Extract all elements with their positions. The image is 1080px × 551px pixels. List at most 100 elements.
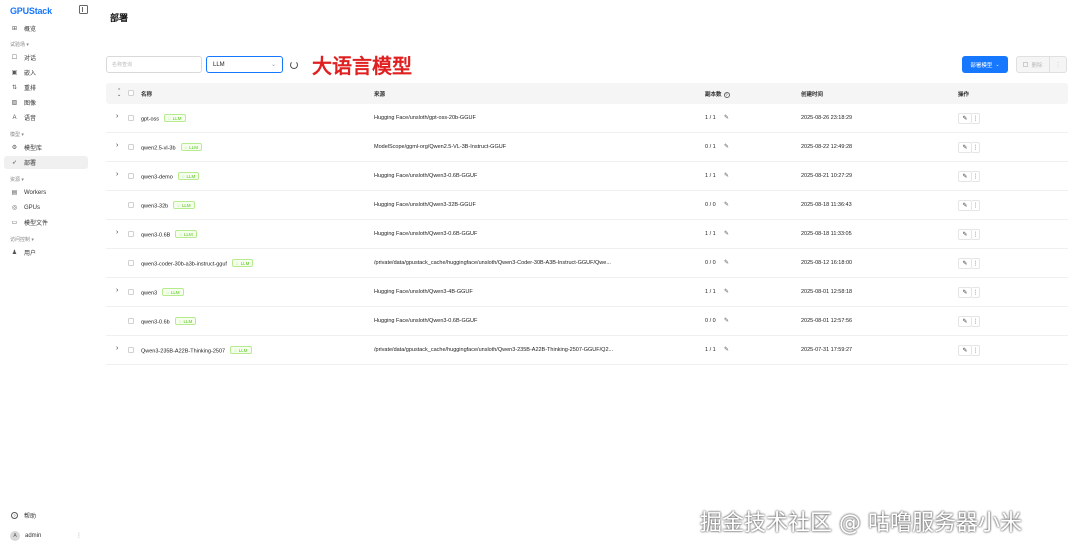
chevron-right-icon[interactable]: › — [116, 287, 118, 294]
llm-icon: ◌ — [181, 173, 185, 179]
sidebar-item-model-catalog[interactable]: ⚙ 模型库 — [4, 141, 88, 154]
edit-replicas-icon[interactable]: ✎ — [724, 230, 729, 237]
row-checkbox[interactable] — [128, 231, 134, 237]
sidebar-item-workers[interactable]: ▤ Workers — [4, 186, 88, 199]
edit-replicas-icon[interactable]: ✎ — [724, 143, 729, 150]
row-checkbox[interactable] — [128, 260, 134, 266]
row-checkbox[interactable] — [128, 173, 134, 179]
sidebar-item-gpus[interactable]: ◎ GPUs — [4, 201, 88, 214]
edit-replicas-icon[interactable]: ✎ — [724, 114, 729, 121]
sidebar-item-dashboard[interactable]: ⊞ 概览 — [4, 22, 88, 35]
row-checkbox[interactable] — [128, 289, 134, 295]
column-name[interactable]: 名称 — [141, 90, 152, 98]
table-row[interactable]: › qwen3 ◌ LLM Hugging Face/unsloth/Qwen3-4B-… — [106, 278, 1068, 307]
chevron-right-icon[interactable]: › — [116, 142, 118, 149]
sidebar-item-chat[interactable]: ☐ 对话 — [4, 51, 88, 64]
user-menu[interactable]: A admin ⋮ — [4, 529, 88, 542]
table-row[interactable]: qwen3-0.6b ◌ LLM Hugging Face/unsloth/Qwen3… — [106, 307, 1068, 336]
row-checkbox[interactable] — [128, 202, 134, 208]
more-icon[interactable]: ⋮ — [76, 532, 82, 539]
more-icon[interactable]: ⋮ — [972, 200, 980, 211]
edit-replicas-icon[interactable]: ✎ — [724, 346, 729, 353]
row-checkbox[interactable] — [128, 115, 134, 121]
edit-icon[interactable]: ✎ — [958, 200, 972, 211]
table-row[interactable]: › qwen3-demo ◌ LLM Hugging Face/unsloth/Qwen… — [106, 162, 1068, 191]
sidebar-collapse-icon[interactable] — [79, 5, 88, 14]
table-row[interactable]: › qwen3-0.6B ◌ LLM Hugging Face/unsloth/Qwen… — [106, 220, 1068, 249]
delete-button[interactable]: 删除 — [1016, 56, 1050, 73]
sidebar-item-deployments[interactable]: ➶ 部署 — [4, 156, 88, 169]
edit-icon[interactable]: ✎ — [958, 345, 972, 356]
table-row[interactable]: › qwen2.5-vl-3b ◌ LLM ModelScope/ggml-org/Qw… — [106, 133, 1068, 162]
edit-icon[interactable]: ✎ — [958, 316, 972, 327]
info-icon[interactable]: ? — [723, 91, 730, 98]
column-actions: 操作 — [958, 92, 970, 98]
edit-icon[interactable]: ✎ — [958, 113, 972, 124]
sidebar-item-image[interactable]: ▨ 图像 — [4, 96, 88, 109]
chevron-right-icon[interactable]: › — [116, 229, 118, 236]
nav-group-resources[interactable]: 资源 ▾ — [10, 176, 24, 183]
more-icon[interactable]: ⋮ — [972, 287, 980, 298]
model-name: qwen3-coder-30b-a3b-instruct-gguf ◌ LLM — [141, 259, 254, 268]
more-icon[interactable]: ⋮ — [972, 229, 980, 240]
edit-icon[interactable]: ✎ — [958, 171, 972, 182]
sidebar-item-label: 用户 — [24, 251, 37, 257]
category-select[interactable]: LLM ⌄ — [206, 56, 283, 73]
table-row[interactable]: qwen3-coder-30b-a3b-instruct-gguf ◌ LLM/pr… — [106, 249, 1068, 278]
table-row[interactable]: › gpt-oss ◌ LLM Hugging Face/unsloth/gpt-oss… — [106, 104, 1068, 133]
sidebar-item-label: 图像 — [24, 101, 37, 107]
category-tag-label: LLM — [170, 289, 180, 295]
select-all-checkbox[interactable] — [128, 90, 134, 96]
nav-group-access-control[interactable]: 访问控制 ▾ — [10, 236, 34, 243]
model-name-text: Qwen3-235B-A22B-Thinking-2507 — [141, 348, 226, 355]
category-tag-label: LLM — [183, 318, 193, 324]
gpu-icon: ◎ — [11, 205, 18, 211]
search-input[interactable] — [106, 56, 202, 73]
more-icon[interactable]: ⋮ — [972, 345, 980, 356]
created-time: 2025-08-18 11:33:05 — [801, 231, 852, 237]
chevron-right-icon[interactable]: › — [116, 171, 118, 178]
chevron-right-icon[interactable]: › — [116, 113, 118, 120]
sidebar-item-label: 部署 — [24, 161, 37, 167]
replica-count: 1 / 1 — [705, 289, 716, 295]
nav-group-playground[interactable]: 试验场 ▾ — [10, 41, 29, 48]
edit-icon[interactable]: ✎ — [958, 142, 972, 153]
deploy-model-button[interactable]: 部署模型 ⌄ — [962, 56, 1008, 73]
edit-replicas-icon[interactable]: ✎ — [724, 288, 729, 295]
edit-replicas-icon[interactable]: ✎ — [724, 201, 729, 208]
category-tag-label: LLM — [240, 260, 250, 266]
edit-replicas-icon[interactable]: ✎ — [724, 172, 729, 179]
watermark: 掘金技术社区 @ 咕噜服务器小米 — [700, 511, 1022, 536]
more-actions-button[interactable]: ⋮ — [1050, 56, 1067, 73]
chevron-right-icon[interactable]: › — [116, 345, 118, 352]
sidebar-item-embed[interactable]: ▣ 嵌入 — [4, 66, 88, 79]
category-tag: ◌ LLM — [230, 346, 252, 354]
row-checkbox[interactable] — [128, 144, 134, 150]
more-icon[interactable]: ⋮ — [972, 316, 980, 327]
edit-icon[interactable]: ✎ — [958, 229, 972, 240]
sidebar-item-rerank[interactable]: ⇅ 重排 — [4, 81, 88, 94]
table-row[interactable]: › Qwen3-235B-A22B-Thinking-2507 ◌ LLM/priva… — [106, 336, 1068, 365]
sidebar-item-model-files[interactable]: ▭ 模型文件 — [4, 216, 88, 229]
row-checkbox[interactable] — [128, 347, 134, 353]
row-checkbox[interactable] — [128, 318, 134, 324]
help-link[interactable]: ? 帮助 — [4, 509, 88, 522]
model-source: Hugging Face/unsloth/Qwen3-0.6B-GGUF — [374, 173, 478, 179]
refresh-icon[interactable] — [290, 61, 298, 69]
sidebar-item-audio[interactable]: A 语音 — [4, 111, 88, 124]
edit-icon[interactable]: ✎ — [958, 287, 972, 298]
more-icon[interactable]: ⋮ — [972, 113, 980, 124]
edit-replicas-icon[interactable]: ✎ — [724, 317, 729, 324]
sidebar-item-users[interactable]: ♟ 用户 — [4, 246, 88, 259]
nav-group-models[interactable]: 模型 ▾ — [10, 131, 24, 138]
column-created[interactable]: 创建时间 — [801, 90, 823, 98]
chevron-down-icon: ⌄ — [995, 61, 1000, 68]
model-name: qwen2.5-vl-3b ◌ LLM — [141, 143, 202, 152]
edit-icon[interactable]: ✎ — [958, 258, 972, 269]
edit-replicas-icon[interactable]: ✎ — [724, 259, 729, 266]
table-row[interactable]: qwen3-32b ◌ LLM Hugging Face/unsloth/Qwen3-… — [106, 191, 1068, 220]
sort-icon[interactable]: ⌃ ⌄ — [117, 89, 121, 98]
more-icon[interactable]: ⋮ — [972, 171, 980, 182]
more-icon[interactable]: ⋮ — [972, 258, 980, 269]
more-icon[interactable]: ⋮ — [972, 142, 980, 153]
